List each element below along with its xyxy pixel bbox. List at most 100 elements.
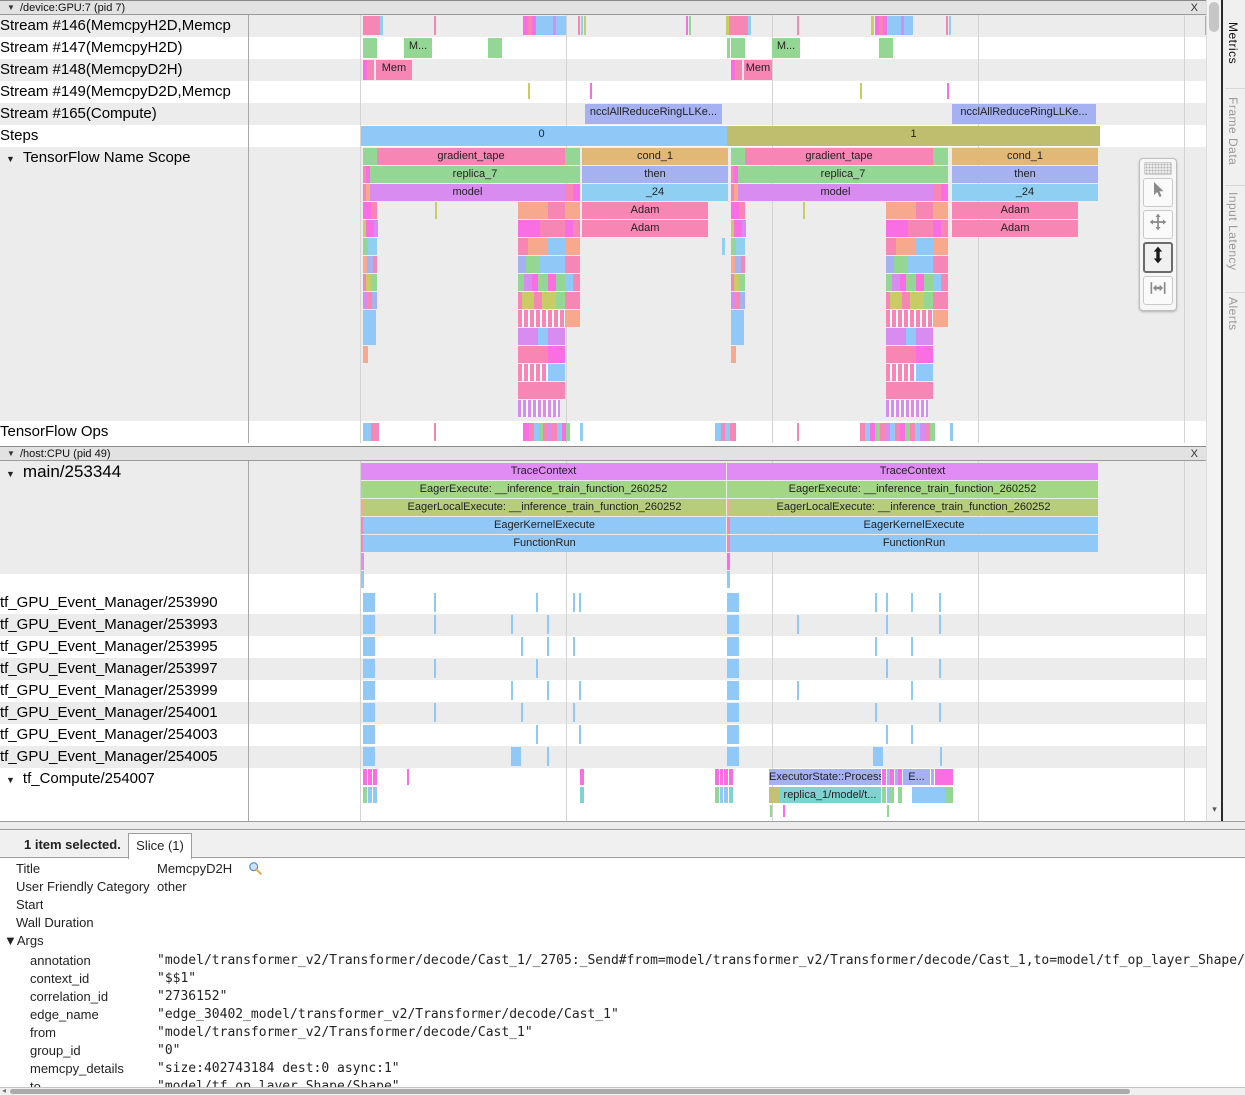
trace-event[interactable] [434, 659, 436, 678]
trace-event[interactable] [890, 769, 894, 785]
trace-event[interactable] [578, 16, 580, 35]
tab-frame-data[interactable]: Frame Data [1226, 97, 1240, 165]
trace-event[interactable] [548, 202, 565, 219]
trace-event[interactable] [886, 256, 894, 273]
trace-event[interactable] [898, 769, 902, 785]
collapse-icon[interactable]: ▼ [7, 447, 15, 461]
trace-event[interactable] [886, 364, 916, 381]
trace-event[interactable] [363, 659, 375, 678]
trace-event[interactable] [521, 703, 523, 722]
trace-event[interactable]: cond_1 [582, 148, 728, 165]
trace-event[interactable] [565, 238, 580, 255]
trace-event[interactable] [565, 220, 573, 237]
trace-event[interactable] [547, 747, 549, 766]
trace-event[interactable]: EagerKernelExecute [730, 517, 1098, 534]
trace-event[interactable] [580, 787, 584, 803]
trace-event[interactable] [434, 423, 436, 441]
trace-event[interactable] [573, 593, 575, 612]
trace-event[interactable] [686, 16, 688, 35]
trace-event[interactable] [941, 220, 948, 237]
trace-event[interactable] [363, 16, 380, 35]
trace-event[interactable] [939, 593, 941, 612]
trace-event[interactable] [579, 681, 581, 700]
trace-event[interactable] [911, 593, 913, 612]
trace-event[interactable] [933, 202, 948, 219]
trace-event[interactable] [748, 16, 751, 35]
trace-event[interactable] [797, 423, 799, 441]
trace-event[interactable] [434, 703, 436, 722]
trace-event[interactable] [565, 292, 580, 309]
trace-event[interactable] [933, 220, 941, 237]
trace-event[interactable] [729, 787, 733, 803]
trace-event[interactable] [933, 184, 941, 201]
trace-event[interactable] [363, 148, 377, 165]
trace-event[interactable] [797, 681, 799, 700]
trace-event[interactable]: M... [404, 38, 432, 58]
trace-event[interactable] [363, 787, 367, 803]
track-label[interactable]: ▼main/253344 [0, 462, 252, 484]
trace-event[interactable]: EagerLocalExecute: __inference_train_fun… [729, 499, 1098, 516]
trace-event[interactable]: _24 [952, 184, 1098, 201]
trace-event[interactable] [511, 747, 521, 766]
trace-event[interactable] [373, 256, 377, 273]
trace-event[interactable] [933, 238, 948, 255]
trace-event[interactable]: FunctionRun [730, 535, 1098, 552]
trace-event[interactable] [886, 400, 928, 417]
close-icon[interactable]: X [1191, 447, 1198, 461]
close-icon[interactable]: X [1191, 1, 1198, 15]
trace-event[interactable] [363, 615, 375, 634]
trace-event[interactable] [935, 769, 953, 785]
label-panel-divider[interactable] [248, 15, 249, 443]
trace-event[interactable]: replica_1/model/t... [779, 787, 881, 803]
trace-event[interactable] [536, 16, 553, 35]
trace-event[interactable] [916, 238, 933, 255]
trace-event[interactable] [528, 238, 548, 255]
trace-event[interactable] [727, 553, 730, 570]
trace-event[interactable] [945, 787, 953, 803]
trace-event[interactable] [731, 38, 745, 58]
trace-event[interactable] [368, 787, 372, 803]
trace-event[interactable]: replica_7 [370, 166, 580, 183]
trace-event[interactable] [898, 787, 902, 803]
trace-event[interactable] [371, 274, 377, 291]
trace-event[interactable] [434, 16, 436, 35]
trace-event[interactable] [363, 346, 368, 363]
trace-event[interactable] [580, 423, 583, 441]
trace-event[interactable] [924, 292, 933, 309]
trace-event[interactable]: then [952, 166, 1098, 183]
select-tool-button[interactable] [1143, 178, 1173, 207]
trace-event[interactable] [584, 16, 586, 35]
trace-event[interactable] [875, 593, 877, 612]
trace-event[interactable] [540, 220, 565, 237]
trace-event[interactable]: 1 [727, 126, 1100, 146]
trace-event[interactable] [580, 769, 584, 785]
trace-event[interactable] [488, 38, 502, 58]
trace-event[interactable] [715, 787, 719, 803]
trace-event[interactable] [556, 16, 566, 35]
trace-event[interactable] [729, 769, 733, 785]
trace-event[interactable] [363, 769, 367, 785]
trace-event[interactable]: M... [772, 38, 800, 58]
trace-event[interactable] [361, 553, 364, 570]
trace-event[interactable] [740, 292, 745, 309]
trace-event[interactable] [930, 423, 935, 441]
trace-event[interactable]: ExecutorState::Process [769, 769, 881, 785]
trace-event[interactable] [902, 292, 910, 309]
collapse-icon[interactable]: ▼ [6, 469, 15, 479]
trace-event[interactable] [534, 292, 542, 309]
trace-event[interactable] [916, 328, 933, 345]
trace-event[interactable] [518, 256, 526, 273]
trace-event[interactable] [886, 310, 933, 327]
trace-event[interactable] [361, 571, 364, 588]
trace-event[interactable] [727, 637, 739, 656]
trace-event[interactable] [579, 593, 581, 612]
trace-event[interactable] [727, 593, 739, 612]
trace-event[interactable] [769, 787, 779, 803]
trace-event[interactable] [886, 220, 908, 237]
trace-event[interactable]: Mem [744, 60, 772, 80]
trace-event[interactable] [933, 310, 948, 327]
trace-event[interactable] [434, 615, 436, 634]
trace-event[interactable] [518, 364, 548, 381]
trace-event[interactable] [547, 615, 549, 634]
trace-event[interactable] [949, 16, 951, 35]
